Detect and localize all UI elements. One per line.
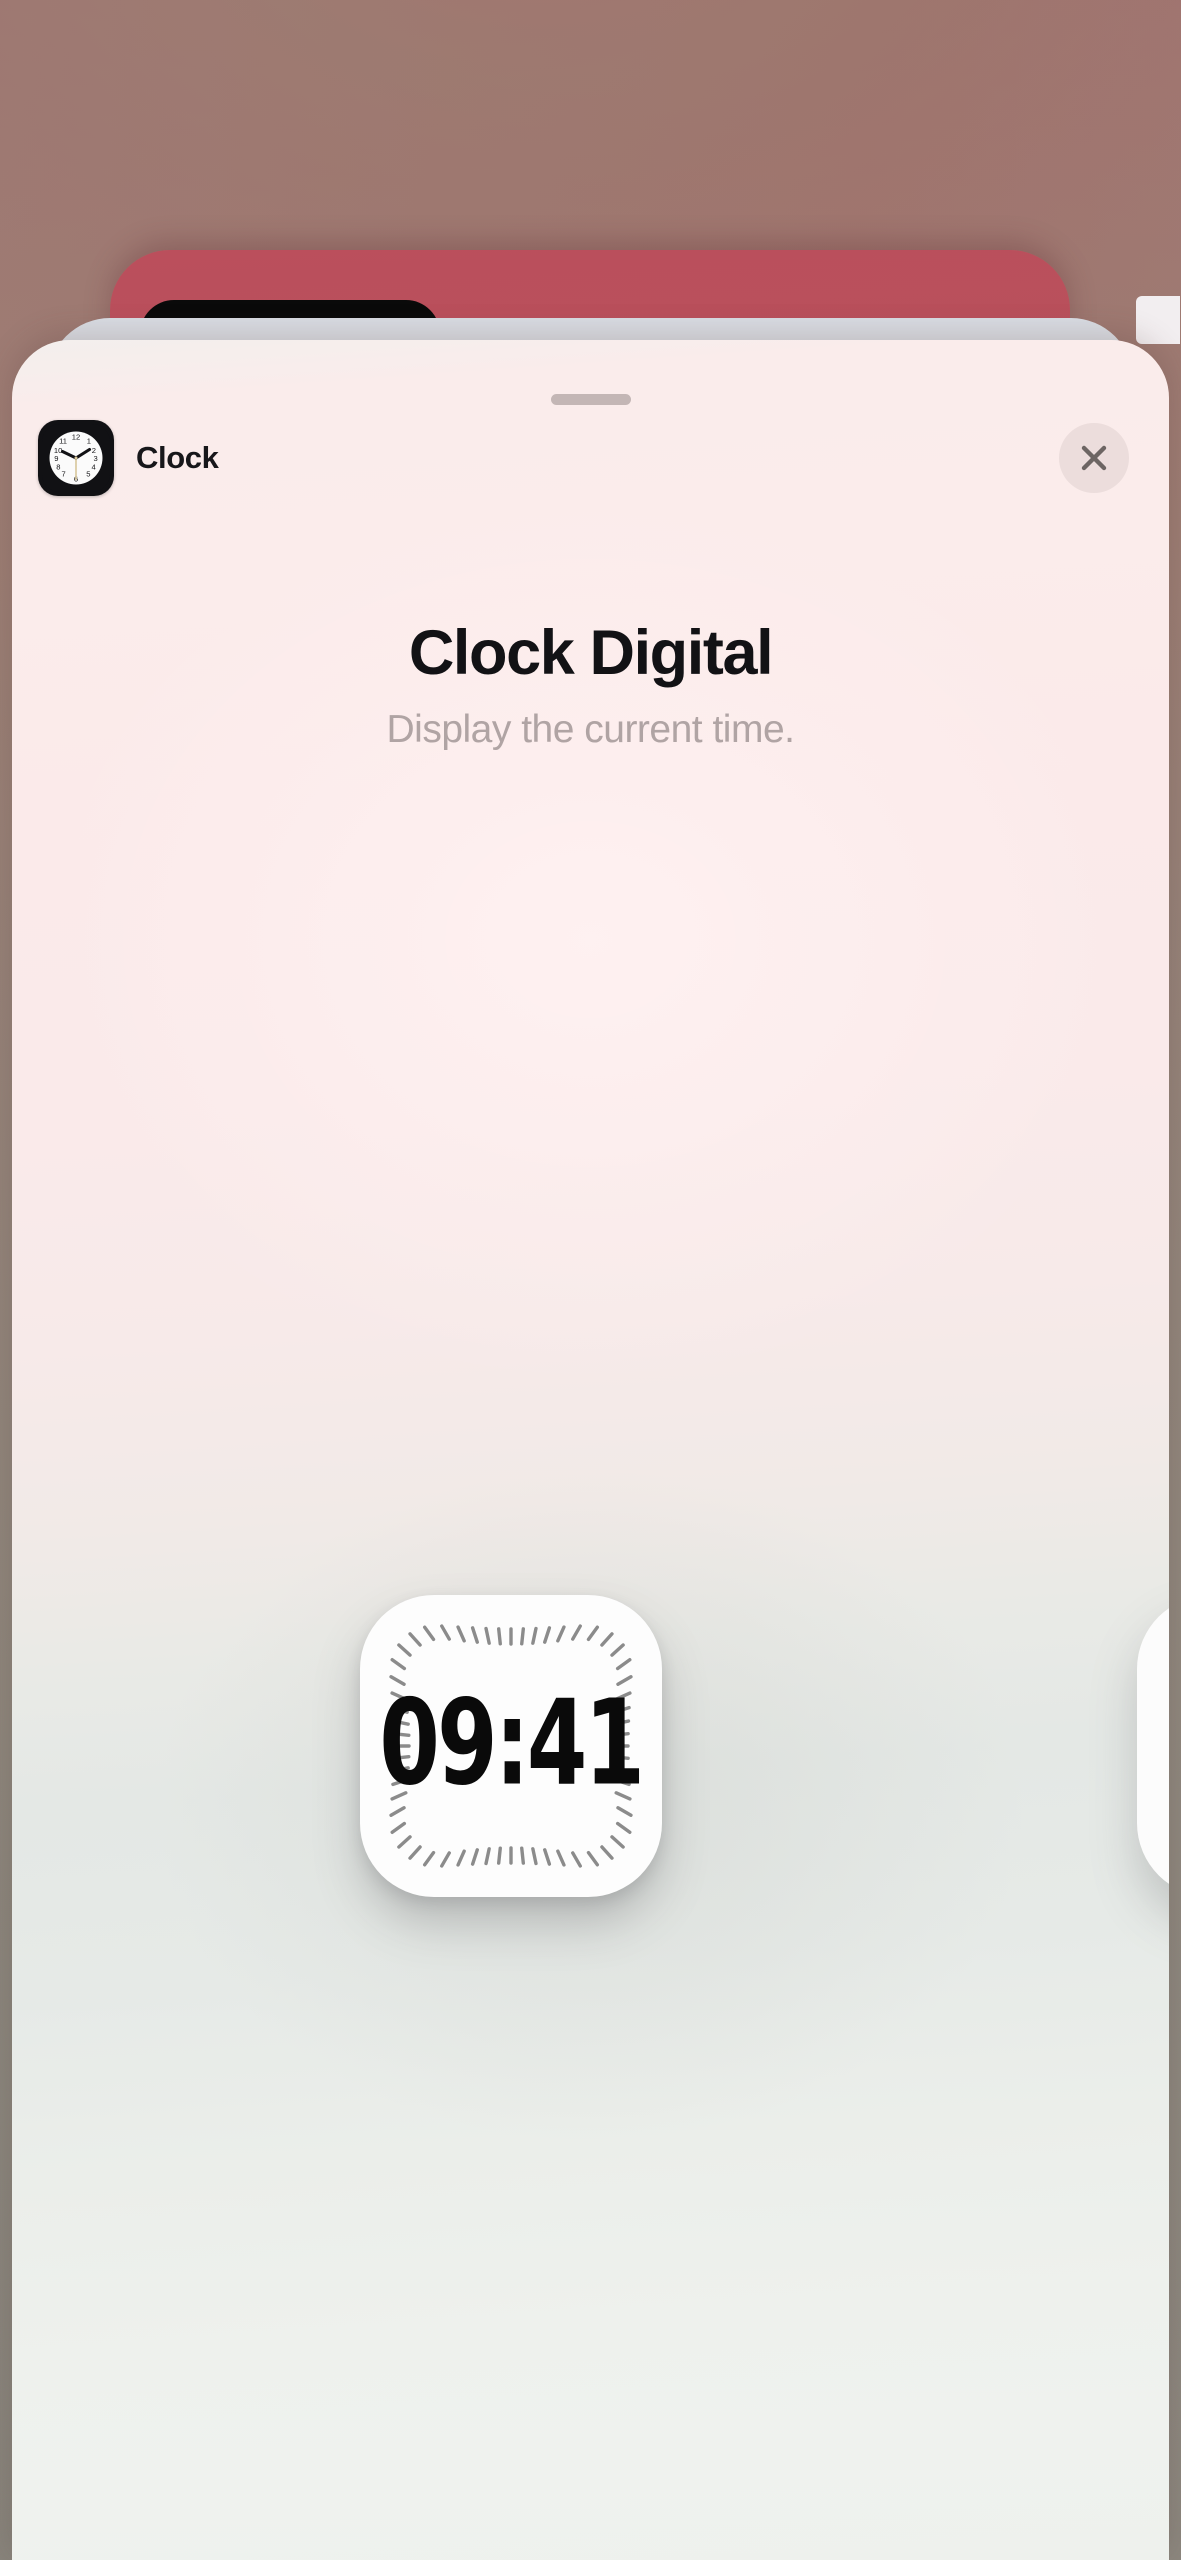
widget-detail-titles: Clock Digital Display the current time. bbox=[12, 620, 1169, 752]
widget-time-display: 09:41 bbox=[360, 1685, 662, 1803]
svg-text:4: 4 bbox=[91, 463, 95, 472]
close-button[interactable] bbox=[1059, 423, 1129, 493]
widget-preview-card[interactable]: 09:41 bbox=[360, 1595, 662, 1897]
home-screen-edge-chip bbox=[1136, 296, 1180, 344]
svg-text:7: 7 bbox=[61, 469, 65, 478]
svg-text:10: 10 bbox=[54, 446, 62, 455]
clock-app-icon: 12 1 2 3 4 5 6 7 8 9 10 11 bbox=[38, 420, 114, 496]
svg-text:1: 1 bbox=[87, 436, 91, 445]
svg-text:11: 11 bbox=[59, 436, 67, 445]
widget-preview-card-next[interactable] bbox=[1137, 1595, 1169, 1897]
svg-text:5: 5 bbox=[86, 469, 90, 478]
widget-time-text: 09:41 bbox=[379, 1675, 646, 1812]
iphone-screen: 12 1 2 3 4 5 6 7 8 9 10 11 bbox=[0, 0, 1181, 2560]
close-x-icon bbox=[1077, 441, 1111, 475]
app-identity[interactable]: 12 1 2 3 4 5 6 7 8 9 10 11 bbox=[38, 420, 219, 496]
widget-preview-carousel[interactable]: 09:41 bbox=[12, 1520, 1169, 2200]
app-name-label: Clock bbox=[136, 440, 219, 475]
sheet-header: 12 1 2 3 4 5 6 7 8 9 10 11 bbox=[12, 398, 1169, 518]
widget-title: Clock Digital bbox=[408, 618, 774, 688]
svg-text:3: 3 bbox=[93, 454, 97, 463]
svg-text:9: 9 bbox=[54, 454, 58, 463]
widget-subtitle: Display the current time. bbox=[386, 707, 796, 751]
widget-picker-sheet: 12 1 2 3 4 5 6 7 8 9 10 11 bbox=[12, 340, 1169, 2560]
svg-text:8: 8 bbox=[56, 463, 60, 472]
svg-text:12: 12 bbox=[72, 433, 80, 442]
